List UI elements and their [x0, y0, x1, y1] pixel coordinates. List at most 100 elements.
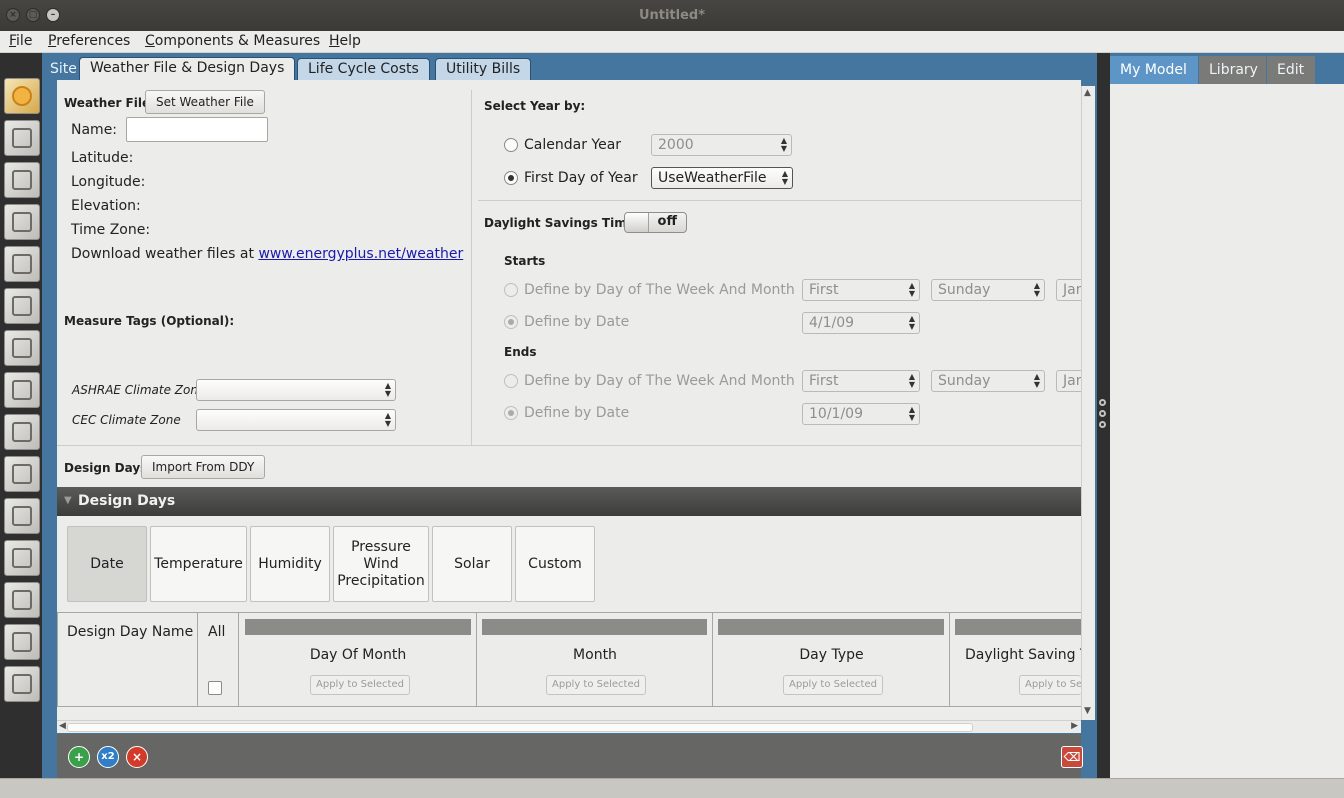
dst-toggle[interactable]: off [624, 212, 687, 233]
spin-arrows-icon: ▲ ▼ [1033, 281, 1040, 298]
scroll-up-icon[interactable]: ▲ [1084, 88, 1091, 98]
scripts-icon-glyph [12, 590, 32, 610]
end-define-week-radio[interactable] [504, 374, 518, 388]
thermal-zones-icon[interactable] [4, 414, 40, 450]
dst-ends-label: Ends [504, 345, 537, 359]
apply-dst-button[interactable]: Apply to Sel [1019, 675, 1081, 695]
tab-my-model[interactable]: My Model [1110, 56, 1198, 84]
spin-arrows-icon: ▲ ▼ [384, 381, 391, 398]
simulation-settings-icon[interactable] [4, 540, 40, 576]
import-from-ddy-button[interactable]: Import From DDY [141, 455, 266, 479]
menu-preferences[interactable]: Preferences [48, 33, 130, 49]
longitude-label: Longitude: [71, 174, 146, 190]
tab-life-cycle-costs[interactable]: Life Cycle Costs [297, 58, 430, 80]
energyplus-weather-link[interactable]: www.energyplus.net/weather [258, 246, 463, 262]
end-week-nth-select[interactable]: First ▲ ▼ [802, 370, 920, 392]
facility-icon-glyph [12, 338, 32, 358]
tab-library[interactable]: Library [1199, 56, 1266, 84]
horizontal-scroll-thumb[interactable] [67, 723, 973, 732]
geometry-icon[interactable] [4, 288, 40, 324]
filter-temperature-button[interactable]: Temperature [150, 526, 247, 602]
loads-icon-glyph [12, 212, 32, 232]
scripts-icon[interactable] [4, 582, 40, 618]
start-week-month-select[interactable]: Jan [1056, 279, 1081, 301]
end-week-month-select[interactable]: Jan [1056, 370, 1081, 392]
column-header-bar [718, 619, 944, 635]
set-weather-file-button[interactable]: Set Weather File [145, 90, 265, 114]
filter-solar-button[interactable]: Solar [432, 526, 512, 602]
first-day-of-year-value: UseWeatherFile [658, 170, 767, 186]
purge-icon[interactable]: ⌫ [1061, 746, 1083, 768]
thermal-zones-icon-glyph [12, 422, 32, 442]
tab-utility-bills[interactable]: Utility Bills [435, 58, 532, 80]
spaces-icon[interactable] [4, 372, 40, 408]
variables-icon[interactable] [4, 498, 40, 534]
spin-arrows-icon: ▲ ▼ [908, 314, 915, 331]
apply-month-button[interactable]: Apply to Selected [546, 675, 646, 695]
tab-edit[interactable]: Edit [1267, 56, 1315, 84]
add-icon[interactable]: + [68, 746, 90, 768]
design-days-header[interactable]: ▼ Design Days [57, 487, 1081, 516]
space-types-icon[interactable] [4, 246, 40, 282]
spin-arrows-icon: ▲ ▼ [908, 281, 915, 298]
results-icon[interactable] [4, 666, 40, 702]
latitude-label: Latitude: [71, 150, 134, 166]
start-define-week-radio[interactable] [504, 283, 518, 297]
bottom-action-bar [57, 734, 1081, 778]
end-define-date-radio[interactable] [504, 406, 518, 420]
facility-icon[interactable] [4, 330, 40, 366]
panel-splitter[interactable] [1097, 53, 1110, 778]
design-days-header-title: Design Days [78, 493, 176, 509]
run-icon-glyph [12, 632, 32, 652]
measure-tags-title: Measure Tags (Optional): [64, 314, 235, 328]
horizontal-scrollbar[interactable]: ◀ ▶ [57, 720, 1081, 733]
start-week-day-select[interactable]: Sunday ▲ ▼ [931, 279, 1045, 301]
ashrae-climate-zone-select[interactable]: ▲ ▼ [196, 379, 396, 401]
site-icon[interactable] [4, 78, 40, 114]
menu-help[interactable]: Help [329, 33, 361, 49]
start-define-date-radio[interactable] [504, 315, 518, 329]
calendar-year-value: 2000 [658, 137, 694, 153]
filter-pressure-wind-precipitation-button[interactable]: Pressure Wind Precipitation [333, 526, 429, 602]
scroll-left-icon[interactable]: ◀ [59, 721, 66, 731]
start-week-nth-select[interactable]: First ▲ ▼ [802, 279, 920, 301]
menu-file[interactable]: File [9, 33, 32, 49]
filter-date-button[interactable]: Date [67, 526, 147, 602]
calendar-year-radio[interactable] [504, 138, 518, 152]
first-day-of-year-radio[interactable] [504, 171, 518, 185]
download-text: Download weather files at www.energyplus… [71, 246, 463, 262]
remove-icon[interactable]: × [126, 746, 148, 768]
first-day-of-year-label: First Day of Year [524, 170, 638, 186]
scroll-right-icon[interactable]: ▶ [1071, 721, 1078, 731]
name-field[interactable] [126, 117, 268, 142]
apply-day-type-button[interactable]: Apply to Selected [783, 675, 883, 695]
schedules-icon[interactable] [4, 120, 40, 156]
window-title: Untitled* [638, 8, 706, 23]
menu-components-measures[interactable]: Components & Measures [145, 33, 320, 49]
filter-custom-button[interactable]: Custom [515, 526, 595, 602]
hvac-systems-icon[interactable] [4, 456, 40, 492]
scroll-down-icon[interactable]: ▼ [1084, 706, 1091, 716]
constructions-icon[interactable] [4, 162, 40, 198]
schedules-icon-glyph [12, 128, 32, 148]
select-all-checkbox[interactable] [208, 681, 222, 695]
cec-climate-zone-select[interactable]: ▲ ▼ [196, 409, 396, 431]
vertical-scrollbar[interactable]: ▲ ▼ [1081, 86, 1095, 720]
apply-day-of-month-button[interactable]: Apply to Selected [310, 675, 410, 695]
start-date-field[interactable]: 4/1/09 ▲ ▼ [802, 312, 920, 334]
horizontal-divider [478, 200, 1081, 201]
calendar-year-spinbox[interactable]: 2000 ▲ ▼ [651, 134, 792, 156]
simulation-settings-icon-glyph [12, 548, 32, 568]
toggle-knob [625, 213, 649, 232]
copy-icon[interactable]: x2 [97, 746, 119, 768]
geometry-icon-glyph [12, 296, 32, 316]
tab-weather-file-design-days[interactable]: Weather File & Design Days [79, 57, 296, 81]
spin-arrows-icon: ▲ ▼ [908, 405, 915, 422]
filter-humidity-button[interactable]: Humidity [250, 526, 330, 602]
menu-file-mnemonic: F [9, 33, 17, 49]
loads-icon[interactable] [4, 204, 40, 240]
first-day-of-year-select[interactable]: UseWeatherFile ▲ ▼ [651, 167, 793, 189]
end-week-day-select[interactable]: Sunday ▲ ▼ [931, 370, 1045, 392]
end-date-field[interactable]: 10/1/09 ▲ ▼ [802, 403, 920, 425]
run-icon[interactable] [4, 624, 40, 660]
